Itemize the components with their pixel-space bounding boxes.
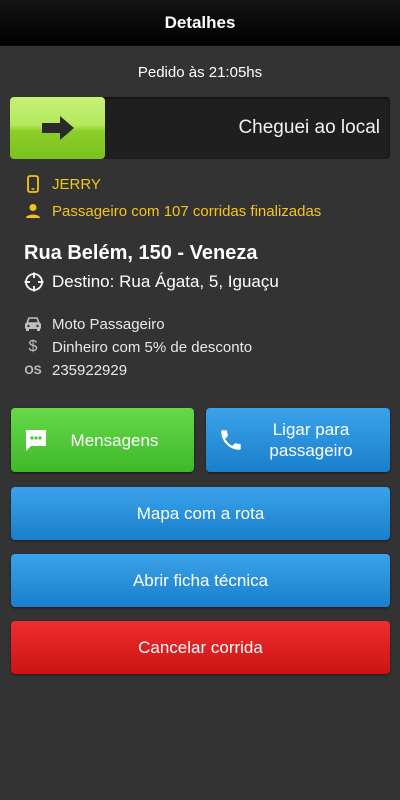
passenger-rides: Passageiro com 107 corridas finalizadas [52, 202, 322, 220]
cancel-ride-button-label: Cancelar corrida [138, 638, 263, 657]
vehicle-type: Moto Passageiro [52, 315, 165, 333]
route-map-button-label: Mapa com a rota [136, 504, 265, 523]
chat-icon [23, 427, 49, 453]
os-row: OS 235922929 [24, 361, 127, 379]
payment-row: $ Dinheiro com 5% de desconto [24, 338, 253, 356]
car-icon [24, 315, 42, 333]
route-map-button[interactable]: Mapa com a rota [11, 487, 390, 540]
destination-row: Destino: Rua Ágata, 5, Iguaçu [24, 272, 279, 292]
call-passenger-button[interactable]: Ligar para passageiro [206, 408, 390, 472]
passenger-name: JERRY [52, 175, 101, 193]
slider-label: Cheguei ao local [238, 117, 380, 138]
arrow-right-icon [41, 116, 74, 140]
os-number: 235922929 [52, 361, 128, 379]
app-header: Detalhes [0, 0, 400, 46]
technical-sheet-button-label: Abrir ficha técnica [132, 571, 269, 590]
order-time: Pedido às 21:05hs [137, 64, 263, 81]
messages-button[interactable]: Mensagens [11, 408, 194, 472]
destination-text: Destino: Rua Ágata, 5, Iguaçu [52, 272, 279, 291]
call-button-label-line1: Ligar para [272, 420, 350, 439]
payment-method: Dinheiro com 5% de desconto [52, 338, 253, 356]
cancel-ride-button[interactable]: Cancelar corrida [11, 621, 390, 674]
arrived-slider[interactable]: Cheguei ao local [10, 97, 390, 159]
crosshair-icon [24, 272, 44, 292]
dollar-icon: $ [28, 338, 38, 355]
vehicle-row: Moto Passageiro [24, 315, 165, 333]
passenger-name-row: JERRY [24, 175, 101, 193]
slider-knob[interactable] [10, 97, 105, 159]
phone-icon [24, 175, 42, 193]
technical-sheet-button[interactable]: Abrir ficha técnica [11, 554, 390, 607]
phone-handset-icon [218, 427, 244, 453]
os-label: OS [24, 363, 42, 377]
pickup-address: Rua Belém, 150 - Veneza [24, 242, 258, 264]
messages-button-label: Mensagens [70, 430, 159, 450]
person-icon [24, 202, 42, 220]
passenger-rides-row: Passageiro com 107 corridas finalizadas [24, 202, 321, 220]
call-button-label-line2: passageiro [269, 441, 353, 460]
page-title: Detalhes [164, 12, 236, 32]
